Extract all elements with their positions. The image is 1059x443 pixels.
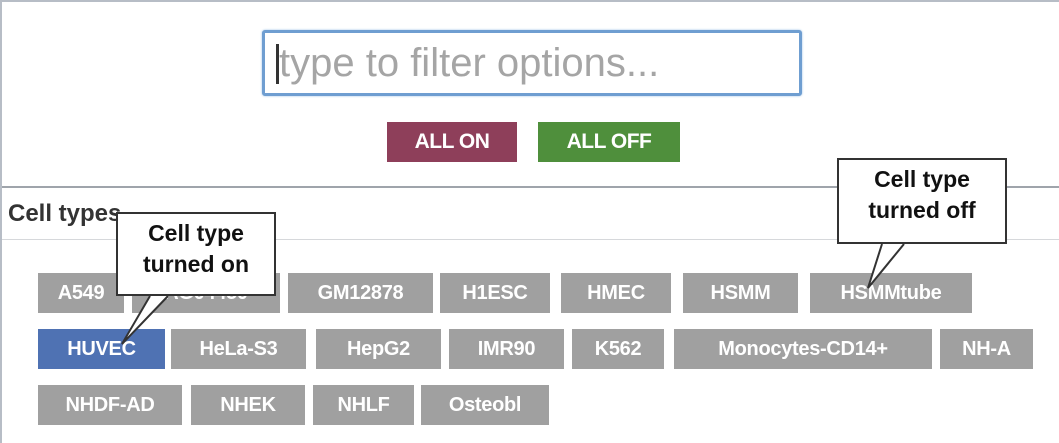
panel-top-border bbox=[0, 0, 1059, 2]
filter-input[interactable] bbox=[262, 30, 802, 96]
all-on-button[interactable]: ALL ON bbox=[387, 122, 517, 162]
all-off-button[interactable]: ALL OFF bbox=[538, 122, 680, 162]
cell-type-chip-osteobl[interactable]: Osteobl bbox=[421, 385, 549, 425]
cell-type-chip-a549[interactable]: A549 bbox=[38, 273, 124, 313]
callout-off-line1: Cell type bbox=[874, 166, 970, 192]
callout-on-line1: Cell type bbox=[148, 220, 244, 246]
cell-type-chip-nhdf-ad[interactable]: NHDF-AD bbox=[38, 385, 182, 425]
cell-type-chip-hsmmtube[interactable]: HSMMtube bbox=[810, 273, 972, 313]
panel-left-border bbox=[0, 0, 2, 443]
callout-cell-type-on: Cell type turned on bbox=[116, 212, 276, 296]
cell-type-chip-h1esc[interactable]: H1ESC bbox=[440, 273, 550, 313]
cell-type-chip-nh-a[interactable]: NH-A bbox=[940, 329, 1033, 369]
cell-type-chip-huvec[interactable]: HUVEC bbox=[38, 329, 165, 369]
cell-type-chip-imr90[interactable]: IMR90 bbox=[449, 329, 564, 369]
cell-type-chip-hepg2[interactable]: HepG2 bbox=[316, 329, 441, 369]
cell-type-chip-hsmm[interactable]: HSMM bbox=[683, 273, 798, 313]
callout-cell-type-off: Cell type turned off bbox=[837, 158, 1007, 244]
filter-panel: ALL ON ALL OFF Cell types A549 AG04450 G… bbox=[0, 0, 1059, 443]
cell-type-chip-hela-s3[interactable]: HeLa-S3 bbox=[171, 329, 306, 369]
cell-type-chip-monocytes-cd14[interactable]: Monocytes-CD14+ bbox=[674, 329, 932, 369]
cell-type-chip-hmec[interactable]: HMEC bbox=[561, 273, 671, 313]
cell-type-chip-gm12878[interactable]: GM12878 bbox=[288, 273, 433, 313]
section-title: Cell types bbox=[8, 200, 122, 227]
text-caret bbox=[276, 44, 279, 84]
callout-off-line2: turned off bbox=[868, 197, 976, 223]
callout-on-line2: turned on bbox=[142, 251, 250, 277]
cell-type-chip-nhlf[interactable]: NHLF bbox=[313, 385, 414, 425]
cell-type-chip-k562[interactable]: K562 bbox=[572, 329, 664, 369]
cell-type-chip-nhek[interactable]: NHEK bbox=[191, 385, 305, 425]
